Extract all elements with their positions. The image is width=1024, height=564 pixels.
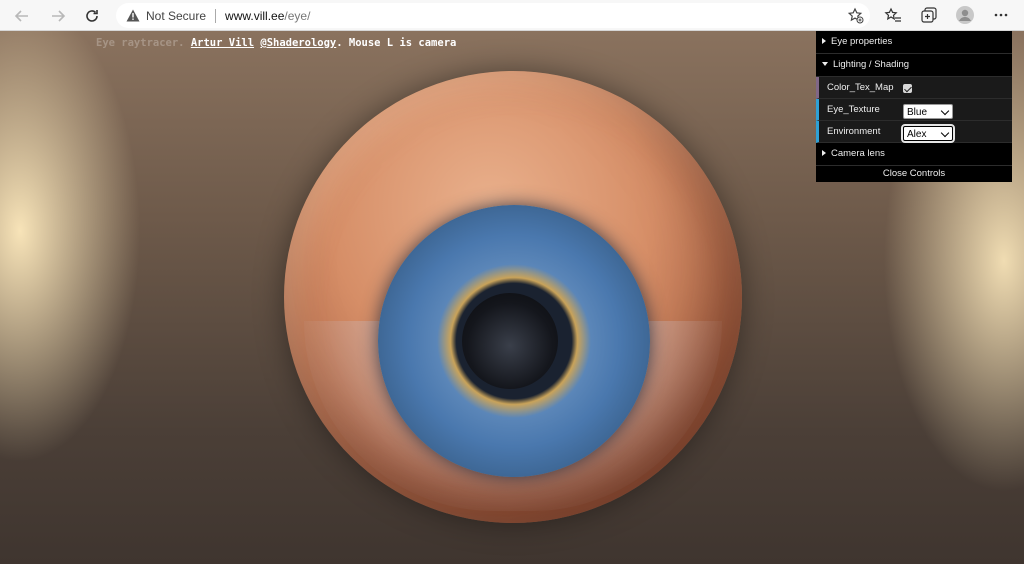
- environment-select[interactable]: Alex: [901, 124, 955, 143]
- controls-panel: Eye properties Lighting / Shading Color_…: [816, 31, 1012, 182]
- folder-camera-lens[interactable]: Camera lens: [816, 143, 1012, 166]
- triangle-right-icon: [822, 150, 826, 157]
- arrow-right-icon: [52, 10, 66, 22]
- folder-title: Eye properties: [831, 36, 893, 47]
- folder-lighting-shading[interactable]: Lighting / Shading: [816, 54, 1012, 77]
- refresh-icon: [86, 10, 98, 22]
- refresh-button[interactable]: [80, 4, 104, 28]
- control-label: Environment: [827, 126, 881, 137]
- eye-texture-select[interactable]: Blue: [903, 104, 953, 119]
- folder-eye-properties[interactable]: Eye properties: [816, 31, 1012, 54]
- folder-title: Camera lens: [831, 148, 885, 159]
- pupil: [462, 293, 558, 389]
- control-label: Eye_Texture: [827, 104, 880, 115]
- caption-suffix: . Mouse L is camera: [336, 37, 457, 49]
- color-tex-map-checkbox[interactable]: [903, 84, 912, 93]
- select-value: Blue: [907, 107, 928, 118]
- favorites-icon[interactable]: [884, 6, 902, 24]
- chevron-down-icon: [940, 106, 950, 116]
- url-host: www.vill.ee: [225, 8, 285, 23]
- control-label: Color_Tex_Map: [827, 82, 894, 93]
- handle-link[interactable]: @Shaderology: [260, 37, 336, 49]
- browser-toolbar: Not Secure www.vill.ee/eye/: [0, 0, 1024, 31]
- control-eye-texture: Eye_Texture Blue: [816, 99, 1012, 121]
- control-environment: Environment Alex: [816, 121, 1012, 143]
- add-favorite-icon[interactable]: [847, 7, 864, 24]
- control-color-tex-map: Color_Tex_Map: [816, 77, 1012, 99]
- warning-icon: [126, 9, 140, 22]
- back-button[interactable]: [10, 4, 34, 28]
- triangle-down-icon: [822, 62, 828, 67]
- more-options-icon[interactable]: [992, 6, 1010, 24]
- caption-prefix: Eye raytracer.: [96, 37, 191, 49]
- url-path: /eye/: [284, 8, 311, 23]
- profile-avatar-icon[interactable]: [955, 5, 975, 25]
- collections-icon[interactable]: [920, 6, 938, 24]
- eyeball-render: [284, 71, 742, 523]
- security-label[interactable]: Not Secure: [146, 9, 206, 23]
- address-bar[interactable]: Not Secure www.vill.ee/eye/: [116, 3, 870, 28]
- arrow-left-icon: [14, 10, 28, 22]
- page-caption: Eye raytracer. Artur Vill @Shaderology. …: [96, 37, 456, 49]
- iris: [378, 205, 650, 477]
- forward-button[interactable]: [46, 4, 70, 28]
- select-value: Alex: [907, 129, 927, 140]
- close-controls-button[interactable]: Close Controls: [816, 166, 1012, 182]
- address-divider: [215, 8, 217, 23]
- triangle-right-icon: [822, 38, 826, 45]
- folder-title: Lighting / Shading: [833, 59, 910, 70]
- chevron-down-icon: [940, 128, 950, 138]
- author-link[interactable]: Artur Vill: [191, 37, 254, 49]
